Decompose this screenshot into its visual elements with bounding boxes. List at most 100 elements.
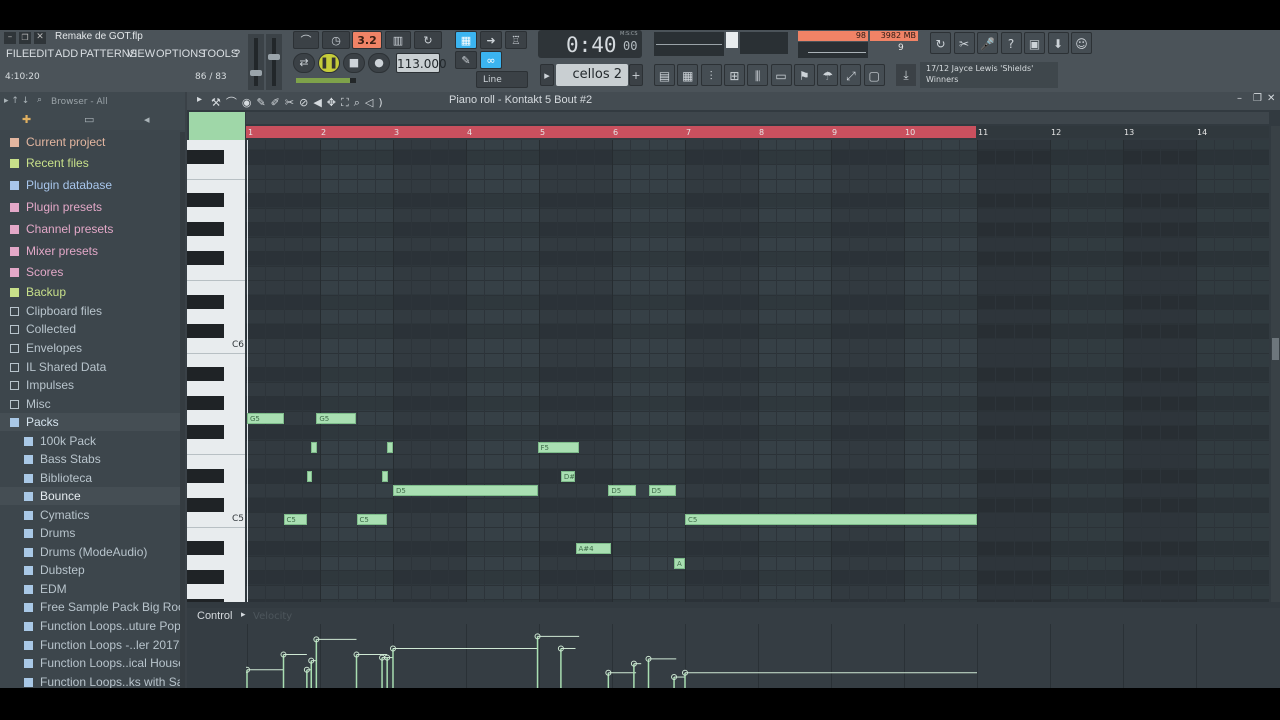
note-c5[interactable]: C5: [685, 514, 977, 525]
black-key[interactable]: [187, 425, 224, 439]
menu-edit[interactable]: EDIT: [29, 48, 54, 60]
browser-item-plugin-database[interactable]: Plugin database: [0, 176, 183, 194]
touch-controller-icon[interactable]: ☂: [817, 64, 839, 86]
record-audio-icon[interactable]: 🎤: [977, 32, 998, 54]
snap-selector[interactable]: Line: [476, 71, 528, 88]
note-d5[interactable]: D5: [608, 485, 637, 496]
typing-keyboard-button[interactable]: ▦: [455, 31, 477, 49]
black-key[interactable]: [187, 149, 224, 164]
menu-tools[interactable]: TOOLS: [201, 48, 238, 60]
note-grid[interactable]: G5 G5 F5 D#5 D5 D5 D5 C5 C5 C5 A#4 A: [246, 140, 1269, 602]
cut-icon[interactable]: ✂: [953, 32, 975, 54]
browser-item-100k-pack[interactable]: 100k Pack: [0, 432, 183, 450]
wait-input-button[interactable]: ◷: [322, 31, 350, 49]
mixer-view-icon[interactable]: ⫼: [747, 64, 769, 86]
note-g5[interactable]: G5: [316, 412, 357, 424]
loop-record-button[interactable]: ↻: [414, 31, 442, 49]
channel-selector[interactable]: cellos 2: [556, 64, 628, 86]
chat-icon[interactable]: ☺: [1071, 32, 1092, 54]
plugin-picker-icon[interactable]: ⚑: [793, 64, 815, 86]
black-key[interactable]: [187, 497, 224, 512]
browser-item-envelopes[interactable]: Envelopes: [0, 339, 183, 357]
piano-roll-restore-icon[interactable]: ❐: [1253, 93, 1262, 104]
link-icon[interactable]: ∞: [480, 51, 502, 69]
browser-file-icon[interactable]: ▭: [84, 113, 94, 126]
black-key[interactable]: [187, 570, 224, 584]
browser-item-cymatics[interactable]: Cymatics: [0, 506, 183, 524]
note-dsharp5[interactable]: [382, 470, 388, 482]
black-key[interactable]: [187, 251, 224, 265]
piano-keyboard[interactable]: C6 C5: [187, 140, 245, 602]
search-icon[interactable]: ⌕: [37, 95, 42, 105]
menu-help[interactable]: ?: [234, 48, 240, 60]
browser-item-recent-files[interactable]: Recent files: [0, 154, 183, 172]
piano-roll-menu-icon[interactable]: ▸: [197, 94, 202, 105]
pattern-number[interactable]: 3.2: [352, 31, 382, 49]
browser-view-icon[interactable]: ⊞: [723, 64, 745, 86]
playlist-view-icon[interactable]: ▤: [654, 64, 675, 86]
browser-item-function-loops-uture-pop-rnb[interactable]: Function Loops..uture Pop & Rnb: [0, 617, 183, 635]
note-f5[interactable]: [387, 441, 393, 453]
loop-region[interactable]: [246, 126, 976, 138]
note-d5[interactable]: D5: [648, 485, 677, 496]
browser-item-mixer-presets[interactable]: Mixer presets: [0, 242, 183, 260]
step-forward-button[interactable]: ➜: [480, 31, 502, 49]
black-key[interactable]: [187, 468, 224, 483]
piano-roll-tool-icon[interactable]: ⤢: [840, 64, 862, 86]
note-g5[interactable]: G5: [247, 412, 284, 424]
project-view-icon[interactable]: ▭: [770, 64, 792, 86]
minimize-icon[interactable]: –: [4, 32, 16, 44]
stop-button[interactable]: ■: [343, 53, 365, 73]
browser-item-bass-stabs[interactable]: Bass Stabs: [0, 450, 183, 468]
multilink-button[interactable]: ♖: [505, 31, 527, 49]
detach-icon[interactable]: ▢: [863, 64, 885, 86]
vertical-scrollbar[interactable]: [1271, 126, 1280, 602]
prev-channel-button[interactable]: ▸: [540, 64, 554, 86]
browser-item-collected[interactable]: Collected: [0, 320, 183, 338]
note-c5[interactable]: C5: [356, 514, 388, 525]
browser-plus-icon[interactable]: ✚: [22, 113, 31, 126]
timeline-ruler[interactable]: 1 2 3 4 5 6 7 8 9 10 11 12 13 14: [246, 126, 1269, 138]
control-label[interactable]: Control: [197, 610, 232, 622]
close-icon[interactable]: ✕: [34, 32, 46, 44]
master-volume-slider[interactable]: [248, 34, 264, 90]
black-key[interactable]: [187, 396, 224, 410]
note-f5[interactable]: F5: [537, 441, 580, 453]
browser-item-current-project[interactable]: Current project: [0, 133, 183, 151]
black-key[interactable]: [187, 222, 224, 236]
help-icon[interactable]: ?: [1000, 32, 1022, 54]
browser-item-edm[interactable]: EDM: [0, 580, 183, 598]
browser-item-impulses[interactable]: Impulses: [0, 376, 183, 394]
render-icon[interactable]: ⬇: [1047, 32, 1069, 54]
black-key[interactable]: [187, 193, 224, 207]
note-dsharp5[interactable]: [306, 470, 312, 482]
browser-tag-icon[interactable]: ◂: [144, 113, 150, 126]
browser-item-bounce[interactable]: Bounce: [0, 487, 183, 505]
channel-rack-view-icon[interactable]: ⫶: [700, 64, 722, 86]
browser-item-function-loops-ks-with-sandrah[interactable]: Function Loops..ks with Sandrah: [0, 673, 183, 688]
black-key[interactable]: [187, 323, 224, 338]
song-position-bar[interactable]: [296, 78, 356, 83]
browser-item-biblioteca[interactable]: Biblioteca: [0, 469, 183, 487]
download-icon[interactable]: ⤓: [896, 64, 916, 86]
piano-roll-close-icon[interactable]: ✕: [1267, 93, 1275, 104]
browser-item-scores[interactable]: Scores: [0, 263, 183, 281]
piano-roll-tool-icons[interactable]: ⚒⌒◉✎✐✂⊘◀✥⛶⌕◁): [211, 94, 388, 110]
browser-scrollbar[interactable]: [180, 132, 185, 688]
browser-item-misc[interactable]: Misc: [0, 395, 183, 413]
note-d5[interactable]: D5: [393, 485, 538, 496]
browser-item-drums-modeaudio-[interactable]: Drums (ModeAudio): [0, 543, 183, 561]
menu-file[interactable]: FILE: [6, 48, 29, 60]
tempo-display[interactable]: 113.000: [396, 53, 447, 73]
browser-item-packs[interactable]: Packs: [0, 413, 183, 431]
note-a4[interactable]: A: [674, 557, 685, 569]
browser-item-dubstep[interactable]: Dubstep: [0, 561, 183, 579]
undo-icon[interactable]: ↻: [930, 32, 951, 54]
record-button[interactable]: ●: [368, 53, 390, 73]
browser-item-clipboard-files[interactable]: Clipboard files: [0, 302, 183, 320]
browser-item-drums[interactable]: Drums: [0, 524, 183, 542]
browser-nav-icon[interactable]: ▸ ↑ ↓: [4, 96, 29, 106]
control-arrow-icon[interactable]: ▸: [241, 610, 246, 620]
black-key[interactable]: [187, 367, 224, 381]
pause-button[interactable]: ❚❚: [318, 53, 340, 73]
